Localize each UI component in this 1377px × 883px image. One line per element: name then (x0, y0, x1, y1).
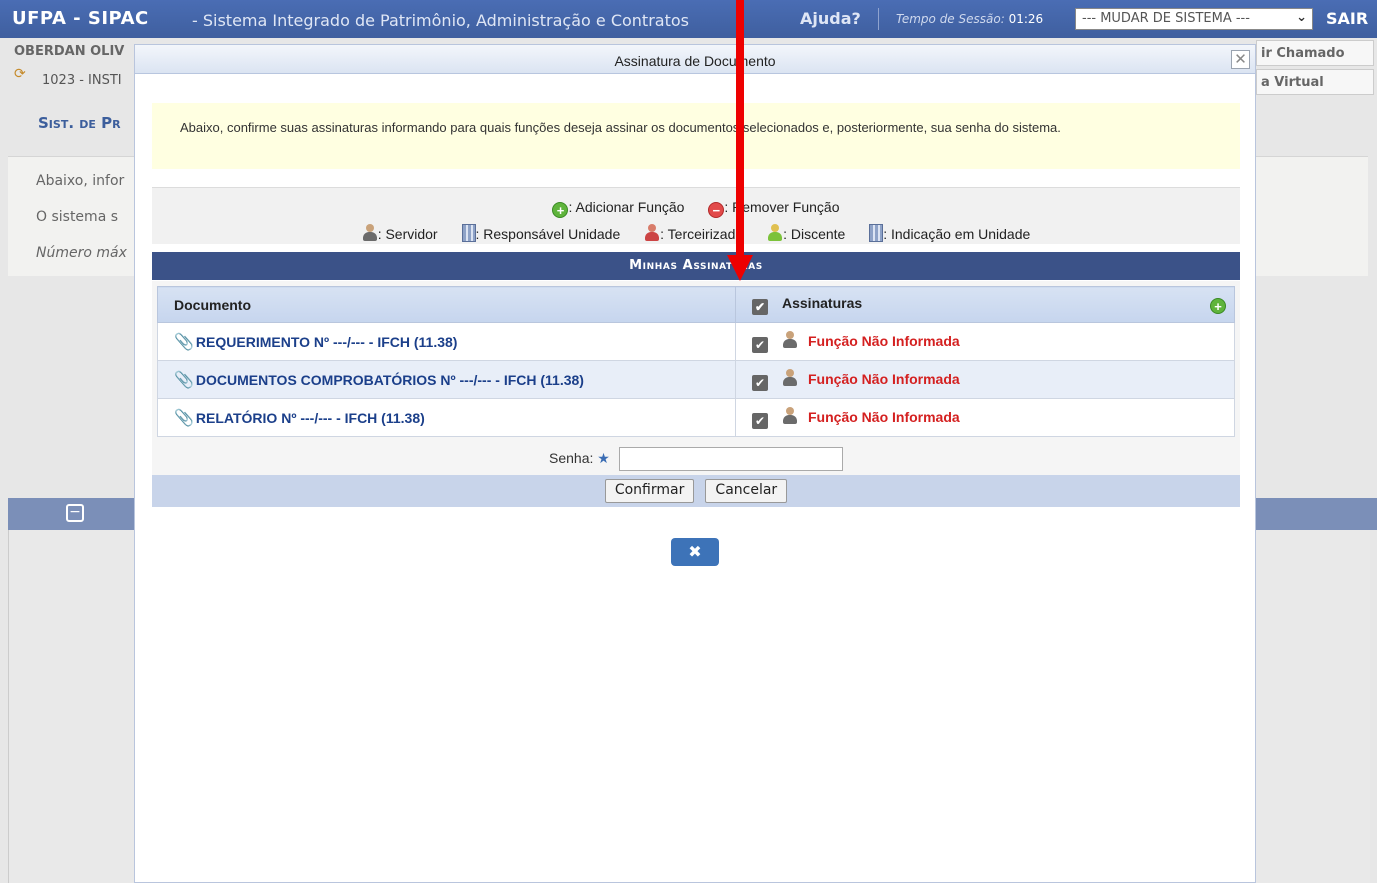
document-link[interactable]: RELATÓRIO Nº ---/--- - IFCH (11.38) (196, 410, 425, 426)
icon-legend: +: Adicionar Função −: Remover Função : … (152, 187, 1240, 244)
top-bar: UFPA - SIPAC - Sistema Integrado de Patr… (0, 0, 1377, 38)
row-checkbox[interactable]: ✔ (752, 336, 768, 353)
legend-server: : Servidor (362, 224, 438, 242)
row-checkbox[interactable]: ✔ (752, 374, 768, 391)
server-person-icon (782, 406, 798, 425)
session-timer: Tempo de Sessão: 01:26 (896, 12, 1043, 26)
legend-unit-responsible: : Responsável Unidade (461, 224, 621, 243)
table-row: 📎 DOCUMENTOS COMPROBATÓRIOS Nº ---/--- - … (157, 360, 1235, 399)
system-name: - Sistema Integrado de Patrimônio, Admin… (192, 11, 689, 30)
background-info-line-3: Número máx (36, 245, 127, 261)
dialog-close-icon[interactable]: ✕ (1231, 50, 1250, 69)
paperclip-icon: 📎 (174, 409, 194, 427)
help-link[interactable]: Ajuda? (800, 9, 861, 28)
document-link[interactable]: REQUERIMENTO Nº ---/--- - IFCH (11.38) (196, 334, 458, 350)
documents-table: Documento ✔ Assinaturas + 📎 REQUERIMENTO N… (157, 286, 1235, 437)
row-checkbox[interactable]: ✔ (752, 412, 768, 429)
system-switch-select[interactable]: --- MUDAR DE SISTEMA --- ⌄ (1075, 8, 1313, 30)
legend-unit-indication: : Indicação em Unidade (869, 224, 1031, 243)
signature-cell: ✔ Função Não Informada (735, 322, 1235, 361)
add-function-icon[interactable]: + (1210, 298, 1226, 314)
virtual-desk-button[interactable]: a Virtual (1256, 69, 1374, 95)
legend-outsourced-label: : Terceirizado (660, 226, 744, 243)
chevron-down-icon: ⌄ (1296, 10, 1307, 25)
function-status[interactable]: Função Não Informada (808, 409, 960, 425)
signature-cell: ✔ Função Não Informada (735, 360, 1235, 399)
user-unit: 1023 - INSTI (42, 73, 122, 88)
function-status[interactable]: Função Não Informada (808, 333, 960, 349)
table-row: 📎 REQUERIMENTO Nº ---/--- - IFCH (11.38) … (157, 322, 1235, 361)
column-header-document: Documento (157, 286, 736, 323)
signature-dialog: Assinatura de Documento ✕ Abaixo, confir… (134, 44, 1256, 883)
function-status[interactable]: Função Não Informada (808, 371, 960, 387)
refresh-unit-icon[interactable]: ⟳ (14, 66, 26, 82)
column-header-signatures-label: Assinaturas (782, 294, 863, 311)
legend-unit-responsible-label: : Responsável Unidade (475, 226, 621, 243)
server-person-icon (782, 330, 798, 349)
dialog-title: Assinatura de Documento (135, 45, 1255, 74)
legend-add-function: +: Adicionar Função (552, 199, 684, 218)
legend-student: : Discente (767, 224, 845, 242)
instruction-notice: Abaixo, confirme suas assinaturas inform… (152, 103, 1240, 169)
logout-link[interactable]: SAIR (1326, 9, 1368, 28)
add-function-icon: + (552, 202, 569, 218)
signature-cell: ✔ Função Não Informada (735, 398, 1235, 437)
table-row: 📎 RELATÓRIO Nº ---/--- - IFCH (11.38) ✔ Fu… (157, 398, 1235, 437)
system-breadcrumb[interactable]: Sist. de Pr (38, 114, 121, 132)
legend-remove-function: −: Remover Função (708, 199, 840, 218)
remove-function-icon: − (708, 202, 725, 218)
server-person-icon (782, 368, 798, 387)
legend-outsourced: : Terceirizado (644, 224, 743, 242)
section-title: Minhas Assinaturas (152, 252, 1240, 280)
background-info-line-1: Abaixo, infor (36, 173, 125, 189)
annotation-arrow-shaft (736, 0, 744, 262)
select-all-checkbox[interactable]: ✔ (752, 298, 768, 315)
password-label: Senha: ★ (549, 450, 610, 467)
session-value: 01:26 (1008, 12, 1044, 26)
collapse-icon[interactable]: − (66, 504, 84, 522)
server-person-icon (362, 224, 378, 242)
legend-student-label: : Discente (783, 226, 846, 243)
paperclip-icon: 📎 (174, 333, 194, 351)
legend-unit-indication-label: : Indicação em Unidade (883, 226, 1031, 243)
password-label-text: Senha: (549, 450, 594, 466)
document-cell: 📎 DOCUMENTOS COMPROBATÓRIOS Nº ---/--- - … (157, 360, 736, 399)
action-bar: Confirmar Cancelar (152, 475, 1240, 507)
password-row: Senha: ★ (152, 443, 1240, 475)
password-input[interactable] (619, 447, 843, 471)
document-cell: 📎 REQUERIMENTO Nº ---/--- - IFCH (11.38) (157, 322, 736, 361)
brand-title[interactable]: UFPA - SIPAC (12, 8, 149, 29)
student-person-icon (767, 224, 783, 242)
confirm-button[interactable]: Confirmar (604, 479, 695, 503)
annotation-arrow-head (727, 255, 753, 281)
paperclip-icon: 📎 (174, 371, 194, 389)
column-header-signatures: ✔ Assinaturas + (735, 286, 1235, 323)
required-star-icon: ★ (597, 450, 610, 466)
unit-responsible-icon (461, 224, 476, 243)
legend-server-label: : Servidor (377, 226, 438, 243)
legend-add-function-label: : Adicionar Função (568, 199, 685, 215)
session-label: Tempo de Sessão: (896, 12, 1005, 26)
close-dialog-button[interactable]: ✖ (671, 538, 719, 566)
document-cell: 📎 RELATÓRIO Nº ---/--- - IFCH (11.38) (157, 398, 736, 437)
background-info-line-2: O sistema s (36, 209, 119, 225)
cancel-button[interactable]: Cancelar (705, 479, 788, 503)
open-ticket-button[interactable]: ir Chamado (1256, 40, 1374, 66)
unit-indication-icon (869, 224, 884, 243)
header-divider (878, 8, 879, 30)
system-switch-value: --- MUDAR DE SISTEMA --- (1082, 11, 1250, 26)
outsourced-person-icon (644, 224, 660, 242)
user-name: OBERDAN OLIV (14, 44, 125, 59)
document-link[interactable]: DOCUMENTOS COMPROBATÓRIOS Nº ---/--- - I… (196, 372, 584, 388)
